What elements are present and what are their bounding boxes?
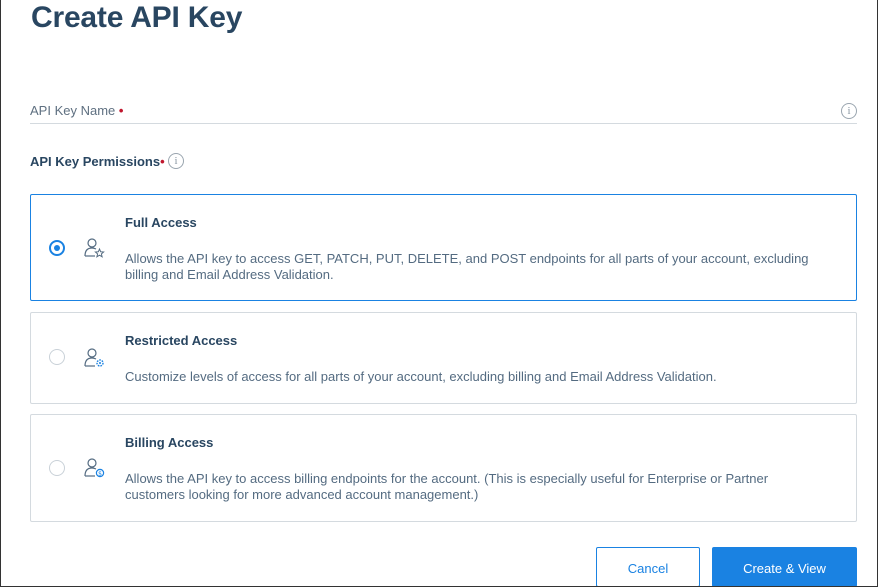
billing-access-radio[interactable] [49, 460, 65, 476]
user-star-icon [84, 238, 105, 258]
cancel-button[interactable]: Cancel [596, 547, 700, 586]
create-api-key-dialog: Create API Key API Key Name • i API Key … [0, 0, 878, 587]
option-billing-access[interactable]: $ Billing Access Allows the API key to a… [30, 414, 857, 522]
required-indicator: • [118, 103, 124, 118]
user-dollar-icon: $ [84, 458, 105, 477]
permissions-heading-text: API Key Permissions [30, 154, 161, 169]
required-indicator: • [160, 154, 165, 169]
option-description: Allows the API key to access billing end… [125, 471, 769, 502]
option-restricted-access[interactable]: Restricted Access Customize levels of ac… [30, 312, 857, 404]
option-title: Billing Access [125, 435, 214, 450]
info-icon[interactable]: i [168, 153, 184, 169]
restricted-access-radio[interactable] [49, 349, 65, 365]
option-full-access[interactable]: Full Access Allows the API key to access… [30, 194, 857, 301]
option-description: Customize levels of access for all parts… [125, 369, 717, 384]
api-key-name-label-text: API Key Name [30, 103, 116, 118]
option-title: Full Access [125, 215, 197, 230]
create-and-view-button[interactable]: Create & View [712, 547, 857, 586]
user-gear-icon [84, 348, 104, 367]
info-icon[interactable]: i [841, 103, 857, 119]
page-title: Create API Key [31, 1, 243, 34]
option-description: Allows the API key to access GET, PATCH,… [125, 251, 809, 282]
permissions-heading: API Key Permissions• [30, 154, 165, 169]
svg-text:$: $ [98, 470, 102, 477]
option-title: Restricted Access [125, 333, 238, 348]
api-key-name-field[interactable]: API Key Name • i [30, 99, 857, 124]
full-access-radio[interactable] [49, 240, 65, 256]
api-key-name-label: API Key Name • [30, 103, 123, 118]
